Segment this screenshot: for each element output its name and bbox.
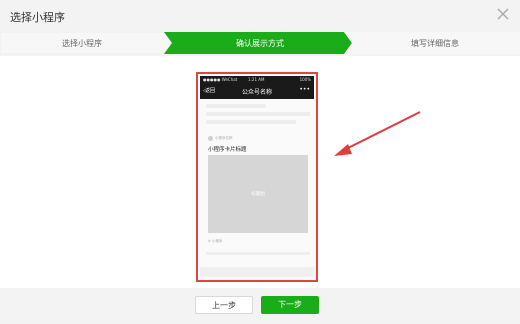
select-miniprogram-dialog: 选择小程序 选择小程序 确认展示方式 填写详细信息 ●●●●● WeChat 1… <box>0 0 520 324</box>
next-step-button[interactable]: 下一步 <box>261 296 319 314</box>
prev-step-button[interactable]: 上一步 <box>195 296 253 314</box>
dialog-footer: 上一步 下一步 <box>0 288 520 324</box>
pointer-arrow <box>334 111 421 156</box>
